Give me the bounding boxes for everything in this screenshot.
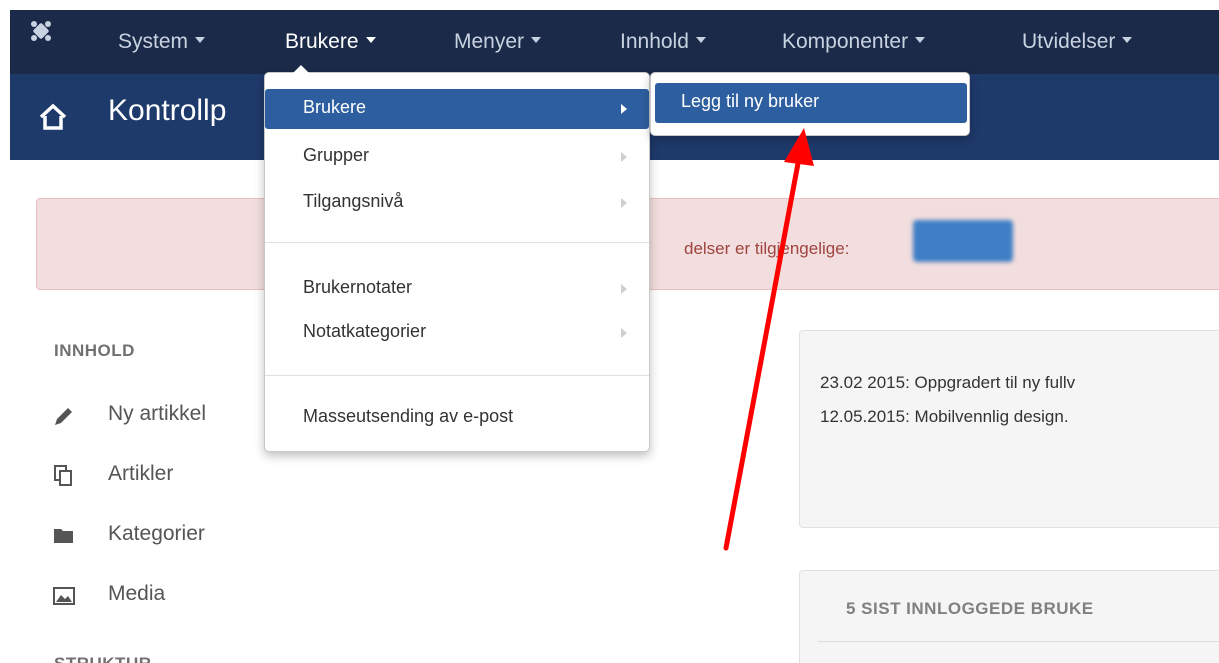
nav-system[interactable]: System bbox=[118, 10, 206, 74]
image-icon bbox=[53, 587, 75, 605]
chevron-right-icon bbox=[621, 152, 627, 162]
brukere-dropdown-menu: Brukere Grupper Tilgangsnivå Brukernotat… bbox=[264, 65, 650, 452]
chevron-right-icon bbox=[621, 104, 627, 114]
caret-down-icon bbox=[195, 37, 206, 44]
chevron-right-icon bbox=[621, 284, 627, 294]
nav-innhold[interactable]: Innhold bbox=[620, 10, 706, 74]
divider bbox=[818, 641, 1219, 642]
sidebar-item-label: Media bbox=[108, 582, 166, 605]
caret-down-icon bbox=[695, 37, 706, 44]
panel-heading: 5 SIST INNLOGGEDE BRUKE bbox=[846, 599, 1094, 618]
menu-item-label: Notatkategorier bbox=[303, 321, 427, 341]
page-title: Kontrollp bbox=[108, 94, 227, 127]
alert-text: delser er tilgjengelige: bbox=[684, 239, 850, 258]
nav-innhold-label: Innhold bbox=[620, 30, 689, 53]
sidebar-item-label: Ny artikkel bbox=[108, 402, 207, 425]
menu-item-label: Masseutsending av e-post bbox=[303, 406, 514, 426]
sidebar-item-label: Artikler bbox=[108, 462, 174, 485]
sidebar-item-label: Kategorier bbox=[108, 522, 205, 545]
chevron-right-icon bbox=[621, 198, 627, 208]
menu-item-tilgangsniva[interactable]: Tilgangsnivå bbox=[265, 183, 649, 223]
pencil-icon bbox=[55, 408, 72, 425]
menu-item-label: Grupper bbox=[303, 145, 370, 165]
menu-divider bbox=[265, 242, 649, 243]
nav-system-label: System bbox=[118, 30, 189, 53]
menu-item-brukere[interactable]: Brukere bbox=[265, 89, 649, 129]
news-line: 23.02 2015: Oppgradert til ny fullv bbox=[820, 373, 1076, 392]
nav-menyer[interactable]: Menyer bbox=[454, 10, 542, 74]
nav-brukere-label: Brukere bbox=[285, 30, 359, 53]
chevron-right-icon bbox=[621, 328, 627, 338]
menu-item-label: Tilgangsnivå bbox=[303, 191, 404, 211]
top-navbar: System Brukere Menyer Innhold Komponente… bbox=[10, 10, 1219, 74]
menu-divider bbox=[265, 375, 649, 376]
caret-down-icon bbox=[1122, 37, 1133, 44]
caret-down-icon bbox=[531, 37, 542, 44]
section-heading-innhold: INNHOLD bbox=[54, 341, 135, 360]
menu-item-brukernotater[interactable]: Brukernotater bbox=[265, 269, 649, 309]
dropdown-pointer bbox=[293, 65, 309, 73]
copy-icon bbox=[54, 465, 72, 486]
nav-utvidelser[interactable]: Utvidelser bbox=[1022, 10, 1133, 74]
menu-item-label: Legg til ny bruker bbox=[681, 91, 820, 111]
folder-icon bbox=[54, 529, 73, 543]
nav-menyer-label: Menyer bbox=[454, 30, 525, 53]
news-line: 12.05.2015: Mobilvennlig design. bbox=[820, 407, 1069, 426]
joomla-logo-icon[interactable] bbox=[30, 20, 52, 42]
menu-item-grupper[interactable]: Grupper bbox=[265, 137, 649, 177]
brukere-submenu: Legg til ny bruker bbox=[650, 72, 970, 136]
menu-item-label: Brukere bbox=[303, 97, 367, 117]
home-icon bbox=[39, 103, 67, 130]
menu-item-legg-til-ny-bruker[interactable]: Legg til ny bruker bbox=[655, 83, 967, 123]
news-panel: 23.02 2015: Oppgradert til ny fullv 12.0… bbox=[799, 330, 1219, 528]
menu-item-label: Brukernotater bbox=[303, 277, 413, 297]
menu-item-notatkategorier[interactable]: Notatkategorier bbox=[265, 313, 649, 353]
nav-komponenter-label: Komponenter bbox=[782, 30, 909, 53]
nav-komponenter[interactable]: Komponenter bbox=[782, 10, 926, 74]
caret-down-icon bbox=[365, 37, 376, 44]
recent-users-panel: 5 SIST INNLOGGEDE BRUKE bbox=[799, 570, 1219, 663]
section-heading-struktur: STRUKTUR bbox=[54, 654, 152, 663]
nav-utvidelser-label: Utvidelser bbox=[1022, 30, 1116, 53]
caret-down-icon bbox=[915, 37, 926, 44]
menu-item-masseutsending[interactable]: Masseutsending av e-post bbox=[265, 398, 649, 438]
update-button[interactable] bbox=[913, 220, 1013, 262]
